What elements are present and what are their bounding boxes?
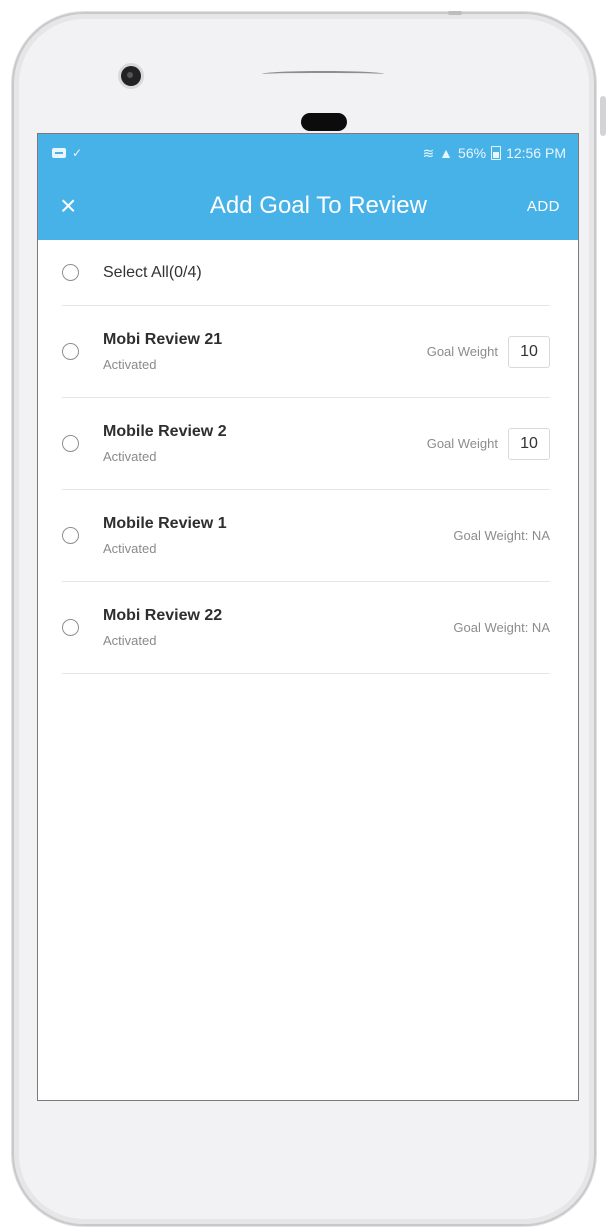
goal-name: Mobile Review 1	[103, 515, 227, 532]
app-bar: × Add Goal To Review ADD	[38, 172, 578, 240]
goal-weight-na: Goal Weight: NA	[453, 620, 550, 635]
add-button[interactable]: ADD	[527, 198, 560, 215]
list-item[interactable]: Mobile Review 2 Activated Goal Weight	[62, 398, 550, 490]
goal-weight-input[interactable]	[508, 427, 550, 460]
clock: 12:56 PM	[506, 145, 566, 161]
goal-list: Select All(0/4) Mobi Review 21 Activated…	[38, 240, 578, 674]
status-bar: ✓ ≋ ▲ 56% 12:56 PM	[38, 134, 578, 172]
goal-status: Activated	[103, 633, 157, 648]
side-button	[600, 96, 606, 136]
check-notification-icon: ✓	[72, 146, 83, 160]
goal-weight-na: Goal Weight: NA	[453, 528, 550, 543]
top-button	[448, 11, 462, 15]
select-all-radio[interactable]	[62, 264, 79, 281]
earpiece-speaker	[262, 71, 384, 77]
goal-radio[interactable]	[62, 527, 79, 544]
goal-radio[interactable]	[62, 435, 79, 452]
select-all-row[interactable]: Select All(0/4)	[62, 240, 550, 306]
goal-weight-label: Goal Weight	[426, 436, 498, 451]
battery-percentage: 56%	[458, 145, 487, 161]
signal-icon: ▲	[439, 145, 454, 161]
goal-radio[interactable]	[62, 343, 79, 360]
wifi-icon: ≋	[422, 144, 435, 161]
goal-name: Mobi Review 21	[103, 331, 223, 348]
goal-radio[interactable]	[62, 619, 79, 636]
phone-screen: ✓ ≋ ▲ 56% 12:56 PM × Add Goal To Review …	[37, 133, 579, 1101]
notification-icon	[52, 148, 66, 158]
battery-icon	[491, 146, 502, 160]
close-icon[interactable]: ×	[60, 192, 90, 220]
list-item[interactable]: Mobile Review 1 Activated Goal Weight: N…	[62, 490, 550, 582]
proximity-sensor	[301, 113, 347, 131]
goal-weight-label: Goal Weight	[426, 344, 498, 359]
front-camera	[121, 66, 141, 86]
goal-weight-input[interactable]	[508, 335, 550, 368]
select-all-label: Select All(0/4)	[103, 263, 202, 281]
goal-name: Mobile Review 2	[103, 423, 227, 440]
goal-status: Activated	[103, 357, 157, 372]
page-title: Add Goal To Review	[209, 192, 427, 219]
list-item[interactable]: Mobi Review 21 Activated Goal Weight	[62, 306, 550, 398]
goal-name: Mobi Review 22	[103, 607, 223, 624]
list-item[interactable]: Mobi Review 22 Activated Goal Weight: NA	[62, 582, 550, 674]
goal-status: Activated	[103, 449, 157, 464]
goal-status: Activated	[103, 541, 157, 556]
